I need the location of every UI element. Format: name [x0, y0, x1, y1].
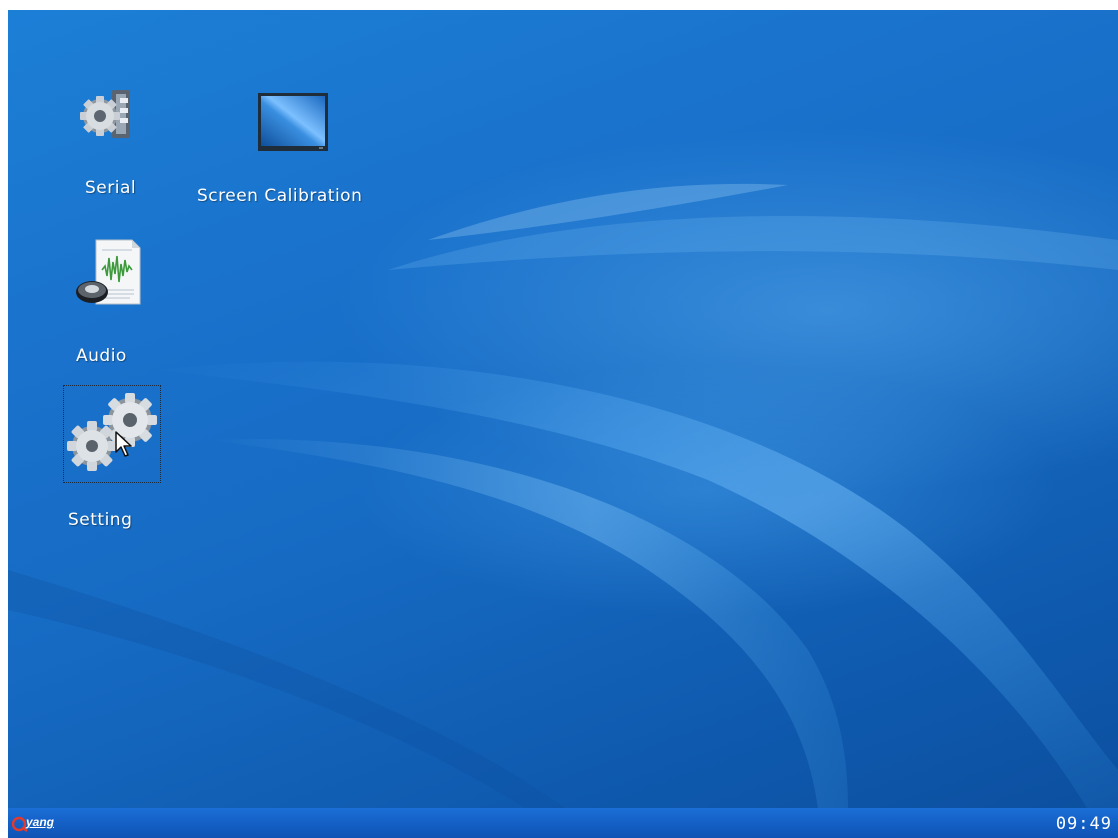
desktop-screen: Serial Screen Calibration Audio Setting … — [8, 10, 1118, 838]
monitor-icon — [257, 92, 329, 152]
desktop-icon-label: Serial — [85, 178, 137, 198]
serial-gear-icon — [76, 82, 140, 146]
settings-gears-icon — [63, 385, 161, 483]
desktop-icon-screen-calibration[interactable]: Screen Calibration — [192, 88, 392, 206]
desktop-wallpaper[interactable] — [8, 10, 1118, 810]
desktop-icon-audio[interactable]: Audio — [68, 236, 148, 366]
taskbar-clock[interactable]: 09:49 — [1056, 814, 1112, 834]
taskbar: yang 09:49 — [8, 808, 1118, 838]
mouse-cursor-icon — [114, 430, 136, 462]
desktop-icon-label: Setting — [68, 510, 133, 530]
start-logo-text: yang — [26, 815, 55, 829]
desktop-icon-serial[interactable]: Serial — [68, 80, 148, 200]
desktop-icon-label: Screen Calibration — [197, 186, 363, 206]
desktop-icon-label: Audio — [76, 346, 127, 366]
audio-speaker-icon — [74, 236, 144, 308]
